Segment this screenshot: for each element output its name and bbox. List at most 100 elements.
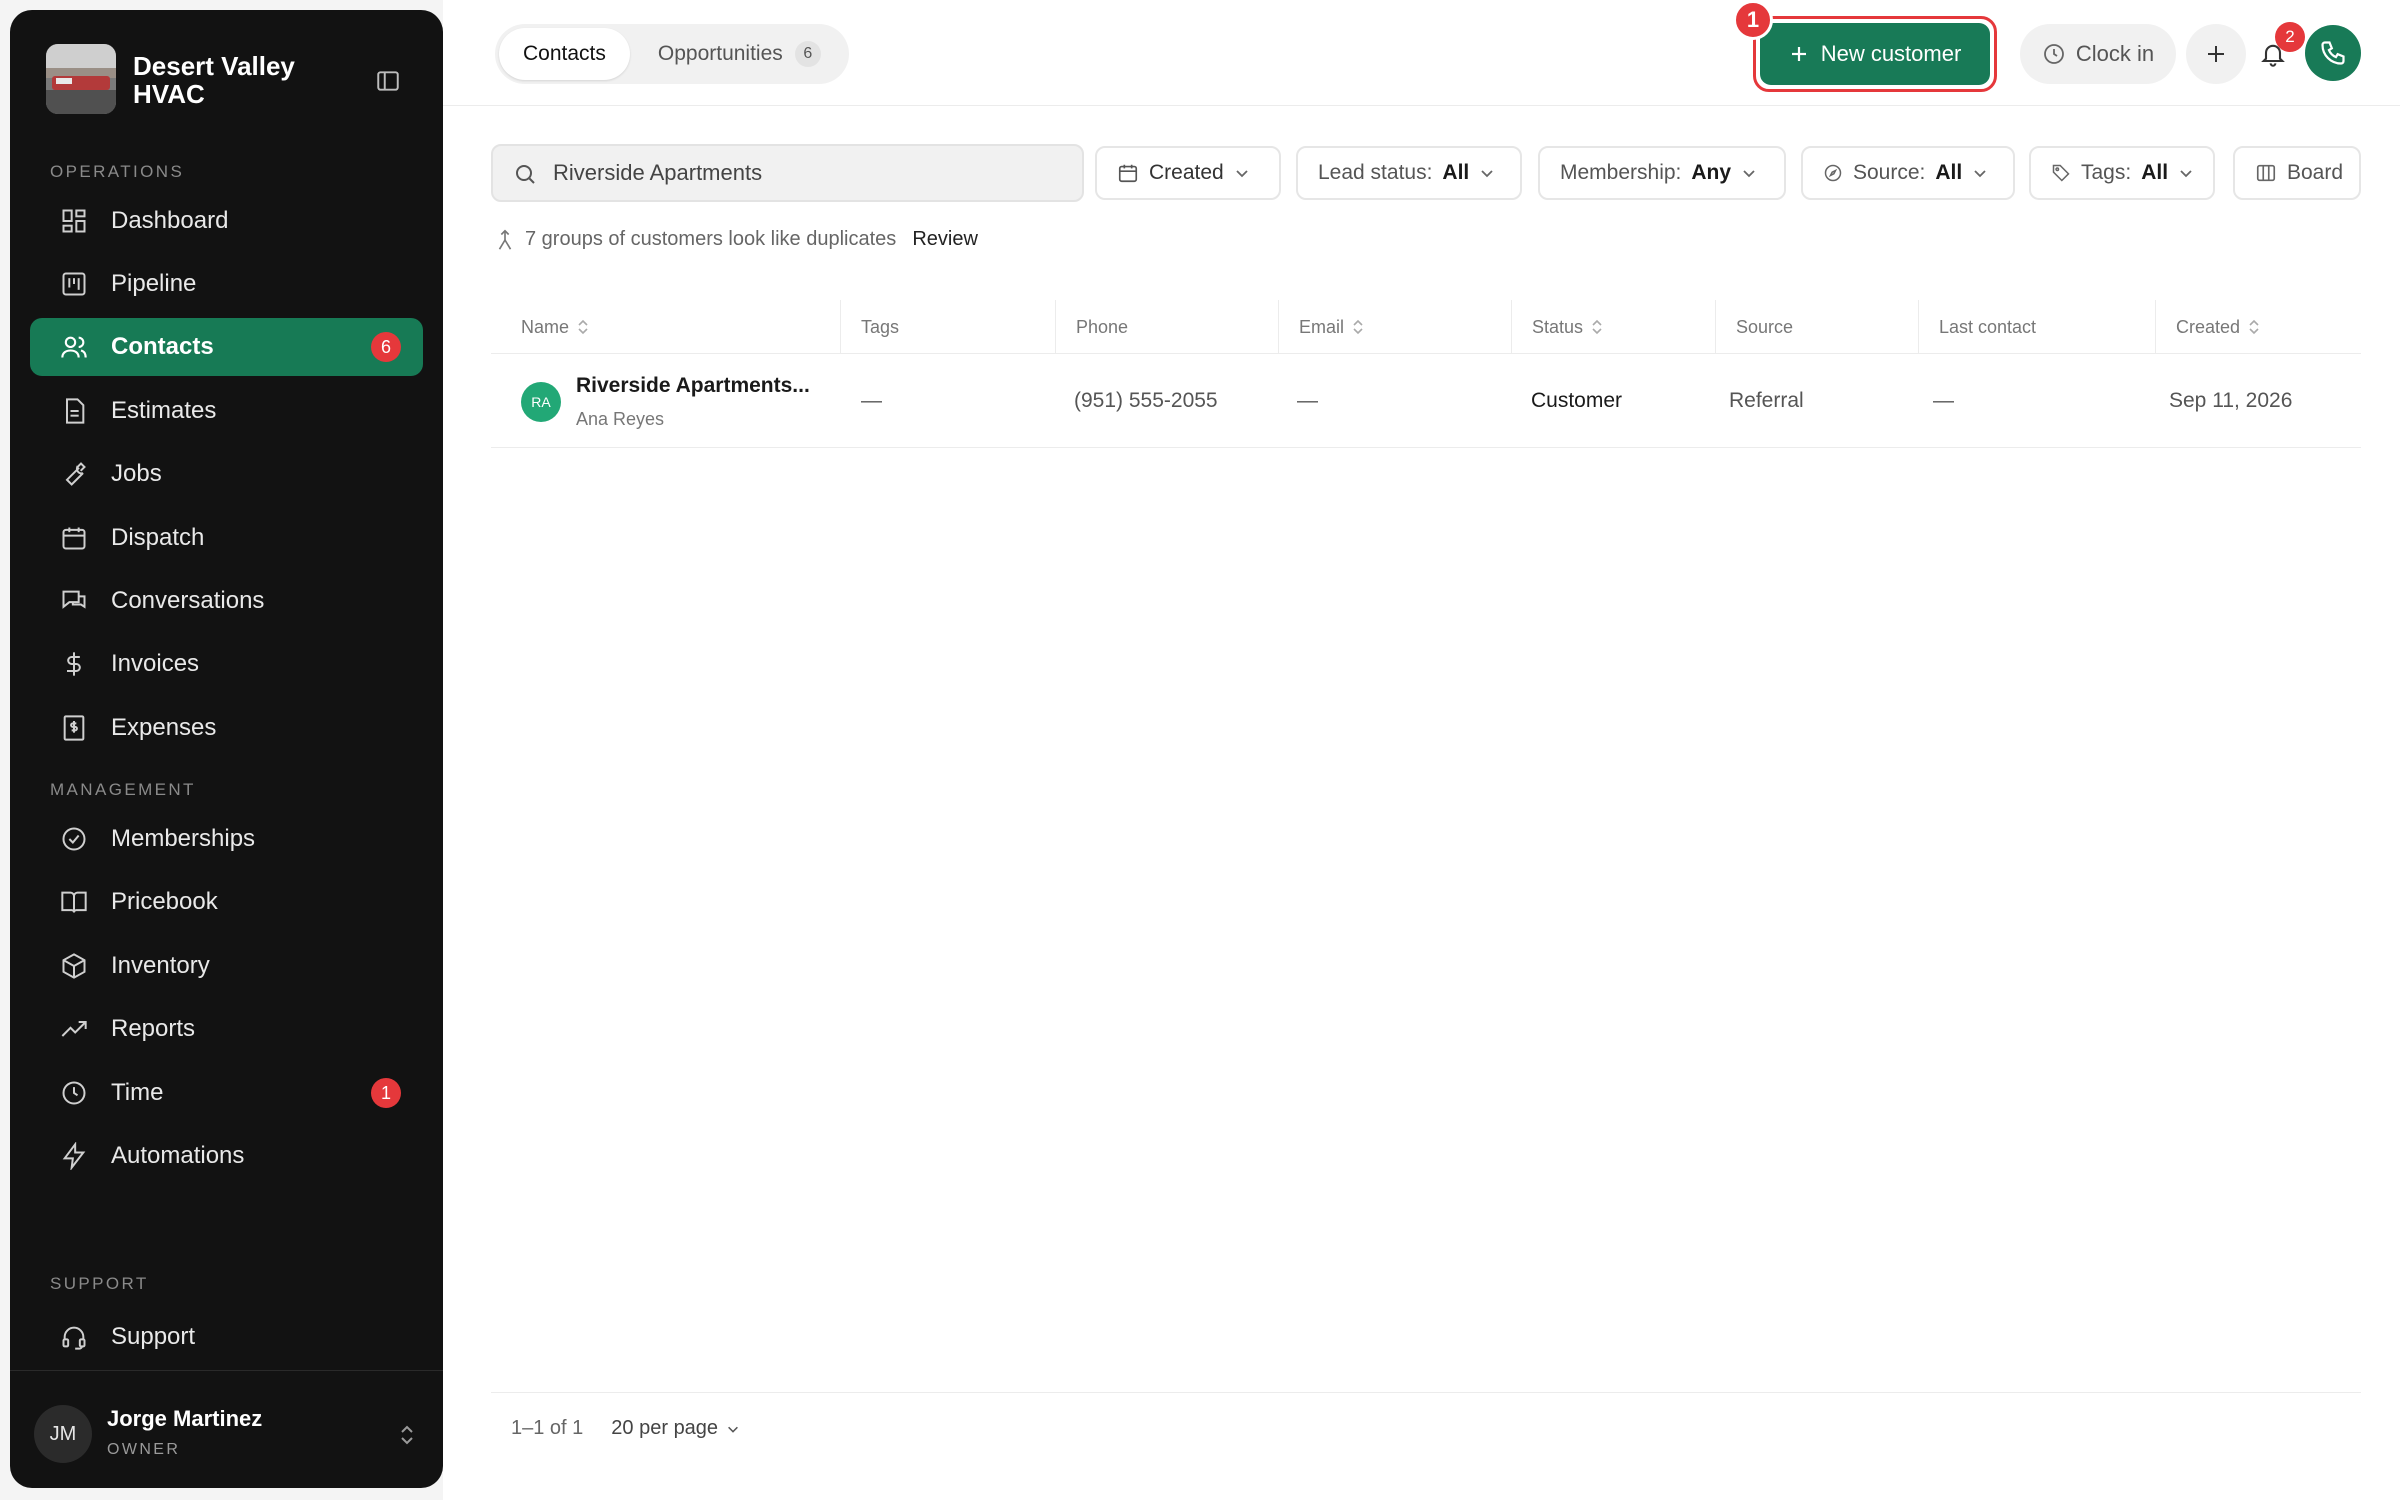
sidebar-item-automations[interactable]: Automations — [30, 1127, 423, 1185]
sidebar-item-pipeline[interactable]: Pipeline — [30, 255, 423, 313]
clock-icon — [60, 1079, 88, 1107]
user-menu[interactable]: JM Jorge Martinez OWNER — [10, 1370, 443, 1488]
tab-contacts[interactable]: Contacts — [499, 28, 630, 80]
board-view-button[interactable]: Board — [2233, 146, 2361, 200]
bolt-icon — [60, 1142, 88, 1170]
sidebar-item-expenses[interactable]: Expenses — [30, 699, 423, 757]
user-name: Jorge Martinez — [107, 1406, 263, 1431]
trend-icon — [60, 1015, 88, 1043]
columns-icon — [2255, 162, 2277, 184]
sidebar-item-pricebook[interactable]: Pricebook — [30, 873, 423, 931]
sidebar-item-label: Dispatch — [111, 524, 205, 551]
pagination: 1–1 of 1 20 per page — [491, 1392, 2361, 1464]
dollar-icon — [60, 650, 88, 678]
tags-value: All — [2141, 161, 2169, 184]
phone-button[interactable] — [2305, 25, 2361, 81]
book-icon — [60, 888, 88, 916]
column-header-email[interactable]: Email — [1279, 300, 1512, 354]
sidebar-item-label: Jobs — [111, 460, 162, 487]
chevron-down-icon — [1741, 165, 1757, 181]
sidebar-item-estimates[interactable]: Estimates — [30, 382, 423, 440]
step-marker-badge: 1 — [1733, 0, 1773, 40]
sidebar-toggle-icon[interactable] — [371, 64, 405, 98]
cell-source: Referral — [1729, 389, 1804, 412]
cell-phone[interactable]: (951) 555-2055 — [1074, 354, 1218, 448]
duplicates-text: 7 groups of customers look like duplicat… — [525, 228, 897, 250]
column-header-phone: Phone — [1056, 300, 1279, 354]
sidebar-item-conversations[interactable]: Conversations — [30, 572, 423, 630]
new-customer-button[interactable]: New customer — [1760, 23, 1990, 85]
chevron-up-down-icon[interactable] — [397, 1421, 417, 1449]
sort-icon — [1352, 319, 1364, 335]
customer-name[interactable]: Riverside Apartments... — [576, 374, 810, 398]
sidebar-item-inventory[interactable]: Inventory — [30, 937, 423, 995]
section-support: SUPPORT — [50, 1274, 149, 1293]
column-header-created[interactable]: Created — [2156, 300, 2361, 354]
calendar-icon — [1117, 162, 1139, 184]
column-header-name[interactable]: Name — [491, 300, 841, 354]
sidebar-item-support[interactable]: Support — [30, 1308, 423, 1366]
view-tabs: Contacts Opportunities 6 — [495, 24, 849, 84]
search-box — [491, 144, 1084, 202]
top-bar: Contacts Opportunities 6 New customer 1 … — [443, 0, 2400, 106]
lead-status-filter[interactable]: Lead status: All — [1296, 146, 1522, 200]
plus-icon — [2205, 43, 2227, 65]
tab-opportunities[interactable]: Opportunities 6 — [634, 28, 845, 80]
chat-icon — [60, 587, 88, 615]
time-count-badge: 1 — [371, 1078, 401, 1108]
sidebar-item-label: Reports — [111, 1015, 196, 1042]
sidebar-item-label: Memberships — [111, 825, 256, 852]
sidebar-item-label: Dashboard — [111, 207, 229, 234]
search-input[interactable] — [553, 146, 1073, 200]
sidebar-item-time[interactable]: Time 1 — [30, 1064, 423, 1122]
sidebar-item-memberships[interactable]: Memberships — [30, 810, 423, 868]
cell-status: Customer — [1531, 389, 1623, 412]
sidebar-item-label: Contacts — [111, 333, 214, 360]
avatar: JM — [34, 1405, 92, 1463]
customer-contact: Ana Reyes — [576, 409, 665, 429]
source-filter[interactable]: Source: All — [1801, 146, 2015, 200]
contacts-count-badge: 6 — [371, 332, 401, 362]
table-header: Name Tags Phone Email Status Source Last… — [491, 300, 2361, 354]
compass-icon — [1823, 163, 1843, 183]
clock-in-button[interactable]: Clock in — [2020, 24, 2176, 84]
plus-icon — [1789, 44, 1809, 64]
source-value: All — [1935, 161, 1963, 184]
sort-icon — [1591, 319, 1603, 335]
sidebar-item-label: Conversations — [111, 587, 265, 614]
column-label: Name — [521, 316, 570, 337]
user-role: OWNER — [107, 1441, 181, 1458]
tag-icon — [2051, 163, 2071, 183]
column-header-source: Source — [1716, 300, 1919, 354]
column-label: Tags — [861, 316, 900, 337]
new-customer-label: New customer — [1820, 41, 1962, 66]
table-row[interactable]: RA Riverside Apartments... Ana Reyes — (… — [491, 354, 2361, 448]
membership-filter[interactable]: Membership: Any — [1538, 146, 1786, 200]
brand[interactable]: Desert Valley HVAC — [34, 34, 419, 124]
created-filter[interactable]: Created — [1095, 146, 1281, 200]
tags-filter[interactable]: Tags: All — [2029, 146, 2215, 200]
per-page-select[interactable]: 20 per page — [611, 1417, 740, 1440]
review-duplicates-link[interactable]: Review — [912, 228, 978, 251]
sidebar: Desert Valley HVAC OPERATIONS Dashboard … — [10, 10, 443, 1488]
new-customer-highlight: New customer — [1753, 16, 1997, 92]
sidebar-item-dispatch[interactable]: Dispatch — [30, 509, 423, 567]
dashboard-icon — [60, 207, 88, 235]
chevron-down-icon — [2178, 165, 2194, 181]
sidebar-item-jobs[interactable]: Jobs — [30, 445, 423, 503]
sort-icon — [2248, 319, 2260, 335]
column-header-status[interactable]: Status — [1512, 300, 1716, 354]
lead-status-label: Lead status: — [1318, 161, 1433, 184]
sidebar-item-label: Estimates — [111, 397, 217, 424]
quick-add-button[interactable] — [2186, 24, 2246, 84]
created-filter-label: Created — [1149, 161, 1224, 184]
sidebar-item-dashboard[interactable]: Dashboard — [30, 192, 423, 250]
clock-icon — [2042, 42, 2066, 66]
sidebar-item-contacts[interactable]: Contacts 6 — [30, 318, 423, 376]
sidebar-item-invoices[interactable]: Invoices — [30, 635, 423, 693]
brand-name: Desert Valley HVAC — [133, 51, 295, 109]
merge-icon — [495, 229, 515, 251]
opportunities-count-badge: 6 — [794, 41, 821, 67]
sidebar-item-reports[interactable]: Reports — [30, 1000, 423, 1058]
chevron-down-icon — [1972, 165, 1988, 181]
